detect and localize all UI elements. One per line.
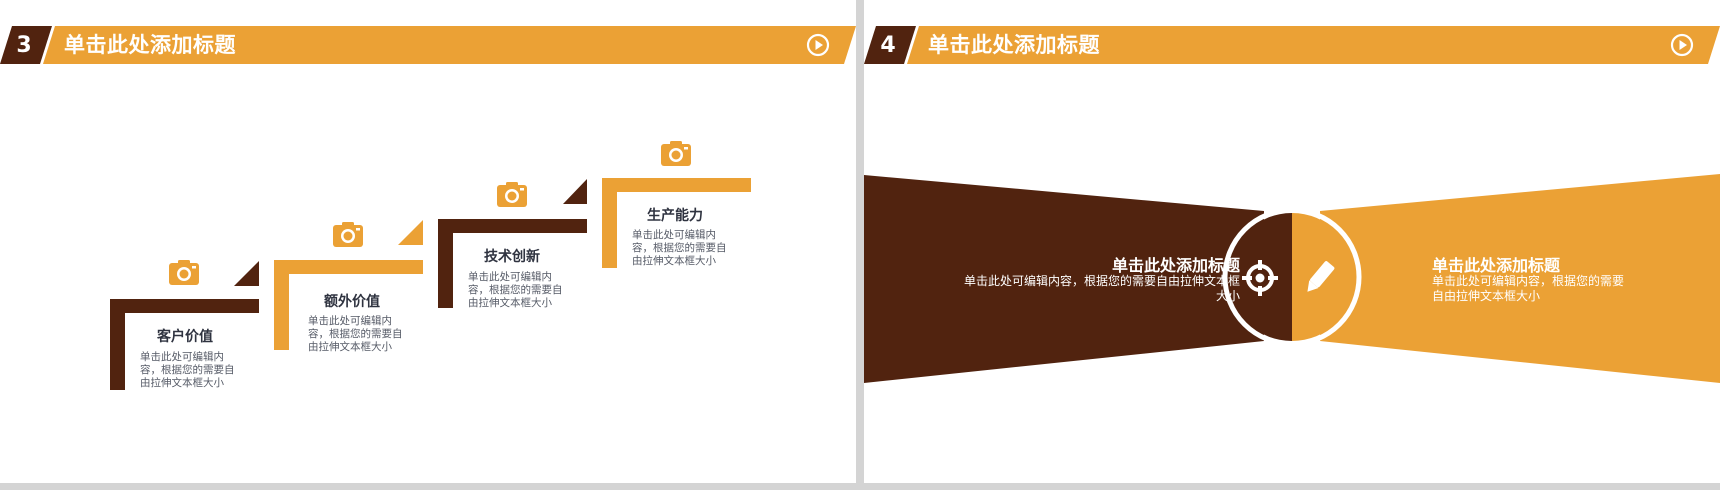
camera-icon: [169, 260, 199, 285]
slide-3: 3 单击此处添加标题 客户价值 单击此处可编辑内容，根据您的需要自由拉伸文本框大…: [0, 0, 856, 483]
step-1-body: 单击此处可编辑内容，根据您的需要自由拉伸文本框大小: [140, 351, 235, 389]
step-4-body: 单击此处可编辑内容，根据您的需要自由拉伸文本框大小: [632, 229, 727, 267]
step-4-title: 生产能力: [647, 208, 703, 224]
camera-icon: [661, 141, 691, 166]
bowtie-diagram: [864, 174, 1720, 383]
step-2-title: 额外价值: [324, 294, 380, 310]
step-2-triangle: [398, 220, 423, 245]
left-title: 单击此处添加标题: [1111, 256, 1240, 275]
slide-4: 4 单击此处添加标题 单击此处添加标题 单击此处可编辑内容，根据您的需要自由拉伸…: [864, 0, 1720, 483]
target-icon: [1242, 260, 1278, 296]
step-2-body: 单击此处可编辑内容，根据您的需要自由拉伸文本框大小: [308, 315, 403, 353]
step-3-body: 单击此处可编辑内容，根据您的需要自由拉伸文本框大小: [468, 271, 563, 309]
camera-icon: [333, 222, 363, 247]
pencil-icon: [1307, 261, 1335, 292]
step-3-triangle: [563, 179, 587, 204]
left-body: 单击此处可编辑内容，根据您的需要自由拉伸文本框大小: [964, 274, 1241, 303]
step-3-title: 技术创新: [484, 249, 540, 265]
camera-icon: [497, 182, 527, 207]
right-body: 单击此处可编辑内容，根据您的需要自由拉伸文本框大小: [1432, 274, 1625, 303]
step-1-title: 客户价值: [157, 329, 213, 345]
right-title: 单击此处添加标题: [1432, 256, 1561, 275]
step-1-triangle: [234, 261, 259, 286]
